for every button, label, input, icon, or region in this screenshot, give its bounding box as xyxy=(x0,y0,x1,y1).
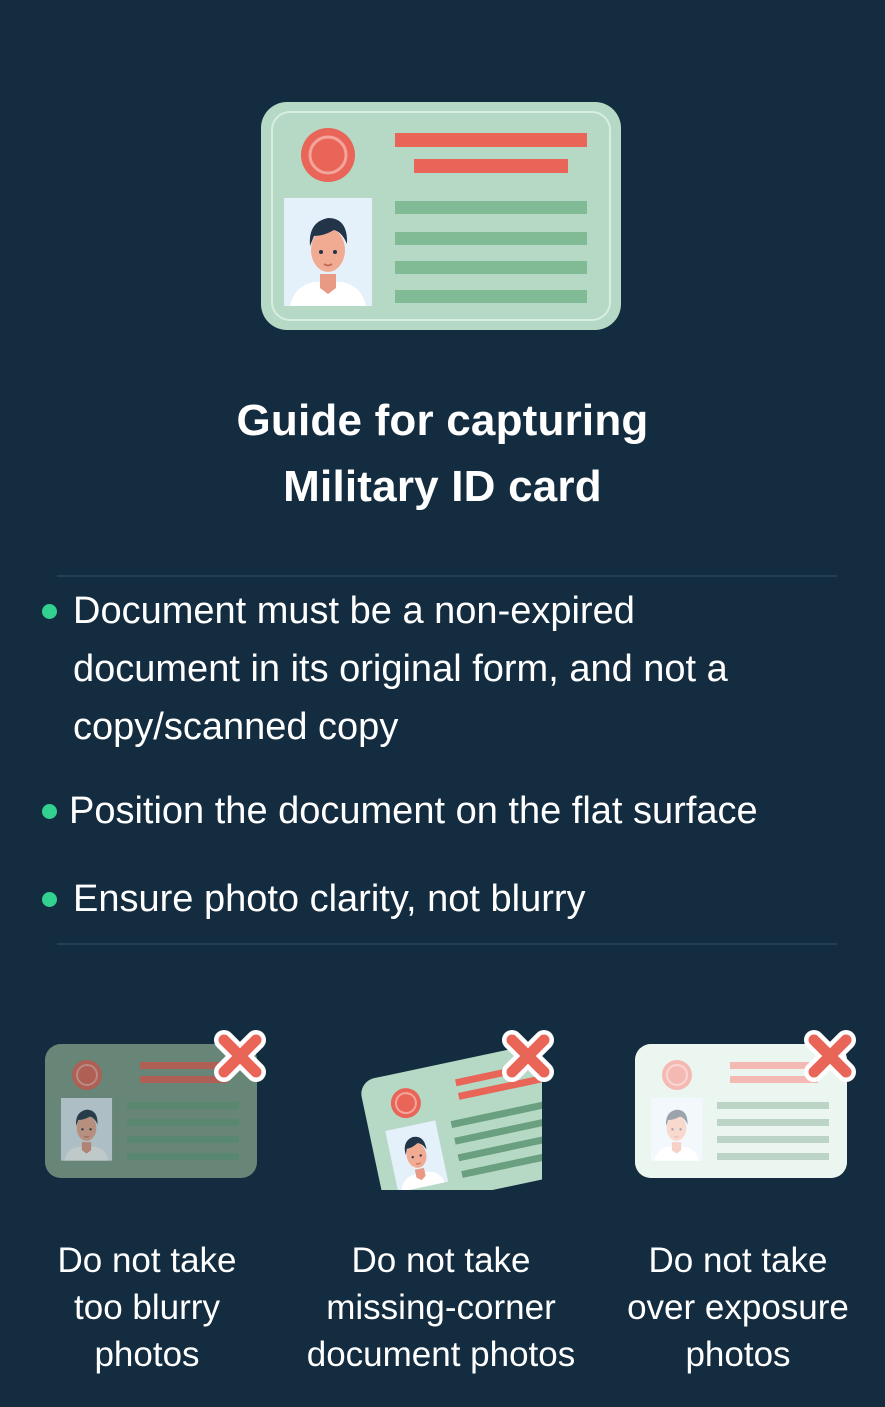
caption-line: Do not take xyxy=(57,1241,237,1280)
caption-line: Do not take xyxy=(351,1241,531,1280)
tip-blurry xyxy=(42,1030,302,1190)
bullet-dot xyxy=(42,604,57,619)
tip-missing-corner xyxy=(352,1030,612,1190)
caption-line: document photos xyxy=(306,1335,576,1374)
caption-line: photos xyxy=(94,1335,200,1374)
page-title: Guide for capturing Military ID card xyxy=(0,388,885,520)
faded-card-icon xyxy=(632,1030,885,1190)
tip-caption-missing-corner: Do not take missing-corner document phot… xyxy=(291,1237,591,1378)
guideline-item-2: Position the document on the flat surfac… xyxy=(42,782,758,840)
id-card-icon xyxy=(261,102,621,330)
title-line-2: Military ID card xyxy=(283,462,602,511)
guideline-item-1: Document must be a non-expired document … xyxy=(42,582,728,756)
guideline-text: Document must be a non-expired xyxy=(73,590,635,632)
caption-line: over exposure xyxy=(627,1288,849,1327)
divider-top xyxy=(57,575,837,577)
guideline-item-3: Ensure photo clarity, not blurry xyxy=(42,870,586,928)
guideline-text: Ensure photo clarity, not blurry xyxy=(73,878,586,920)
bullet-dot xyxy=(42,892,57,907)
id-card-illustration xyxy=(260,100,622,332)
guideline-text: document in its original form, and not a xyxy=(73,648,728,690)
caption-line: too blurry xyxy=(74,1288,220,1327)
tip-caption-over-exposure: Do not take over exposure photos xyxy=(608,1237,868,1378)
tip-caption-blurry: Do not take too blurry photos xyxy=(17,1237,277,1378)
caption-line: Do not take xyxy=(648,1241,828,1280)
guideline-text: Position the document on the flat surfac… xyxy=(69,790,758,832)
divider-bottom xyxy=(57,943,837,945)
caption-line: photos xyxy=(685,1335,791,1374)
caption-line: missing-corner xyxy=(326,1288,556,1327)
bullet-dot xyxy=(42,804,57,819)
tilted-card-icon xyxy=(352,1030,612,1190)
blurry-card-icon xyxy=(42,1030,302,1190)
guideline-text: copy/scanned copy xyxy=(73,706,399,748)
title-line-1: Guide for capturing xyxy=(236,396,649,445)
tip-over-exposure xyxy=(632,1030,885,1190)
